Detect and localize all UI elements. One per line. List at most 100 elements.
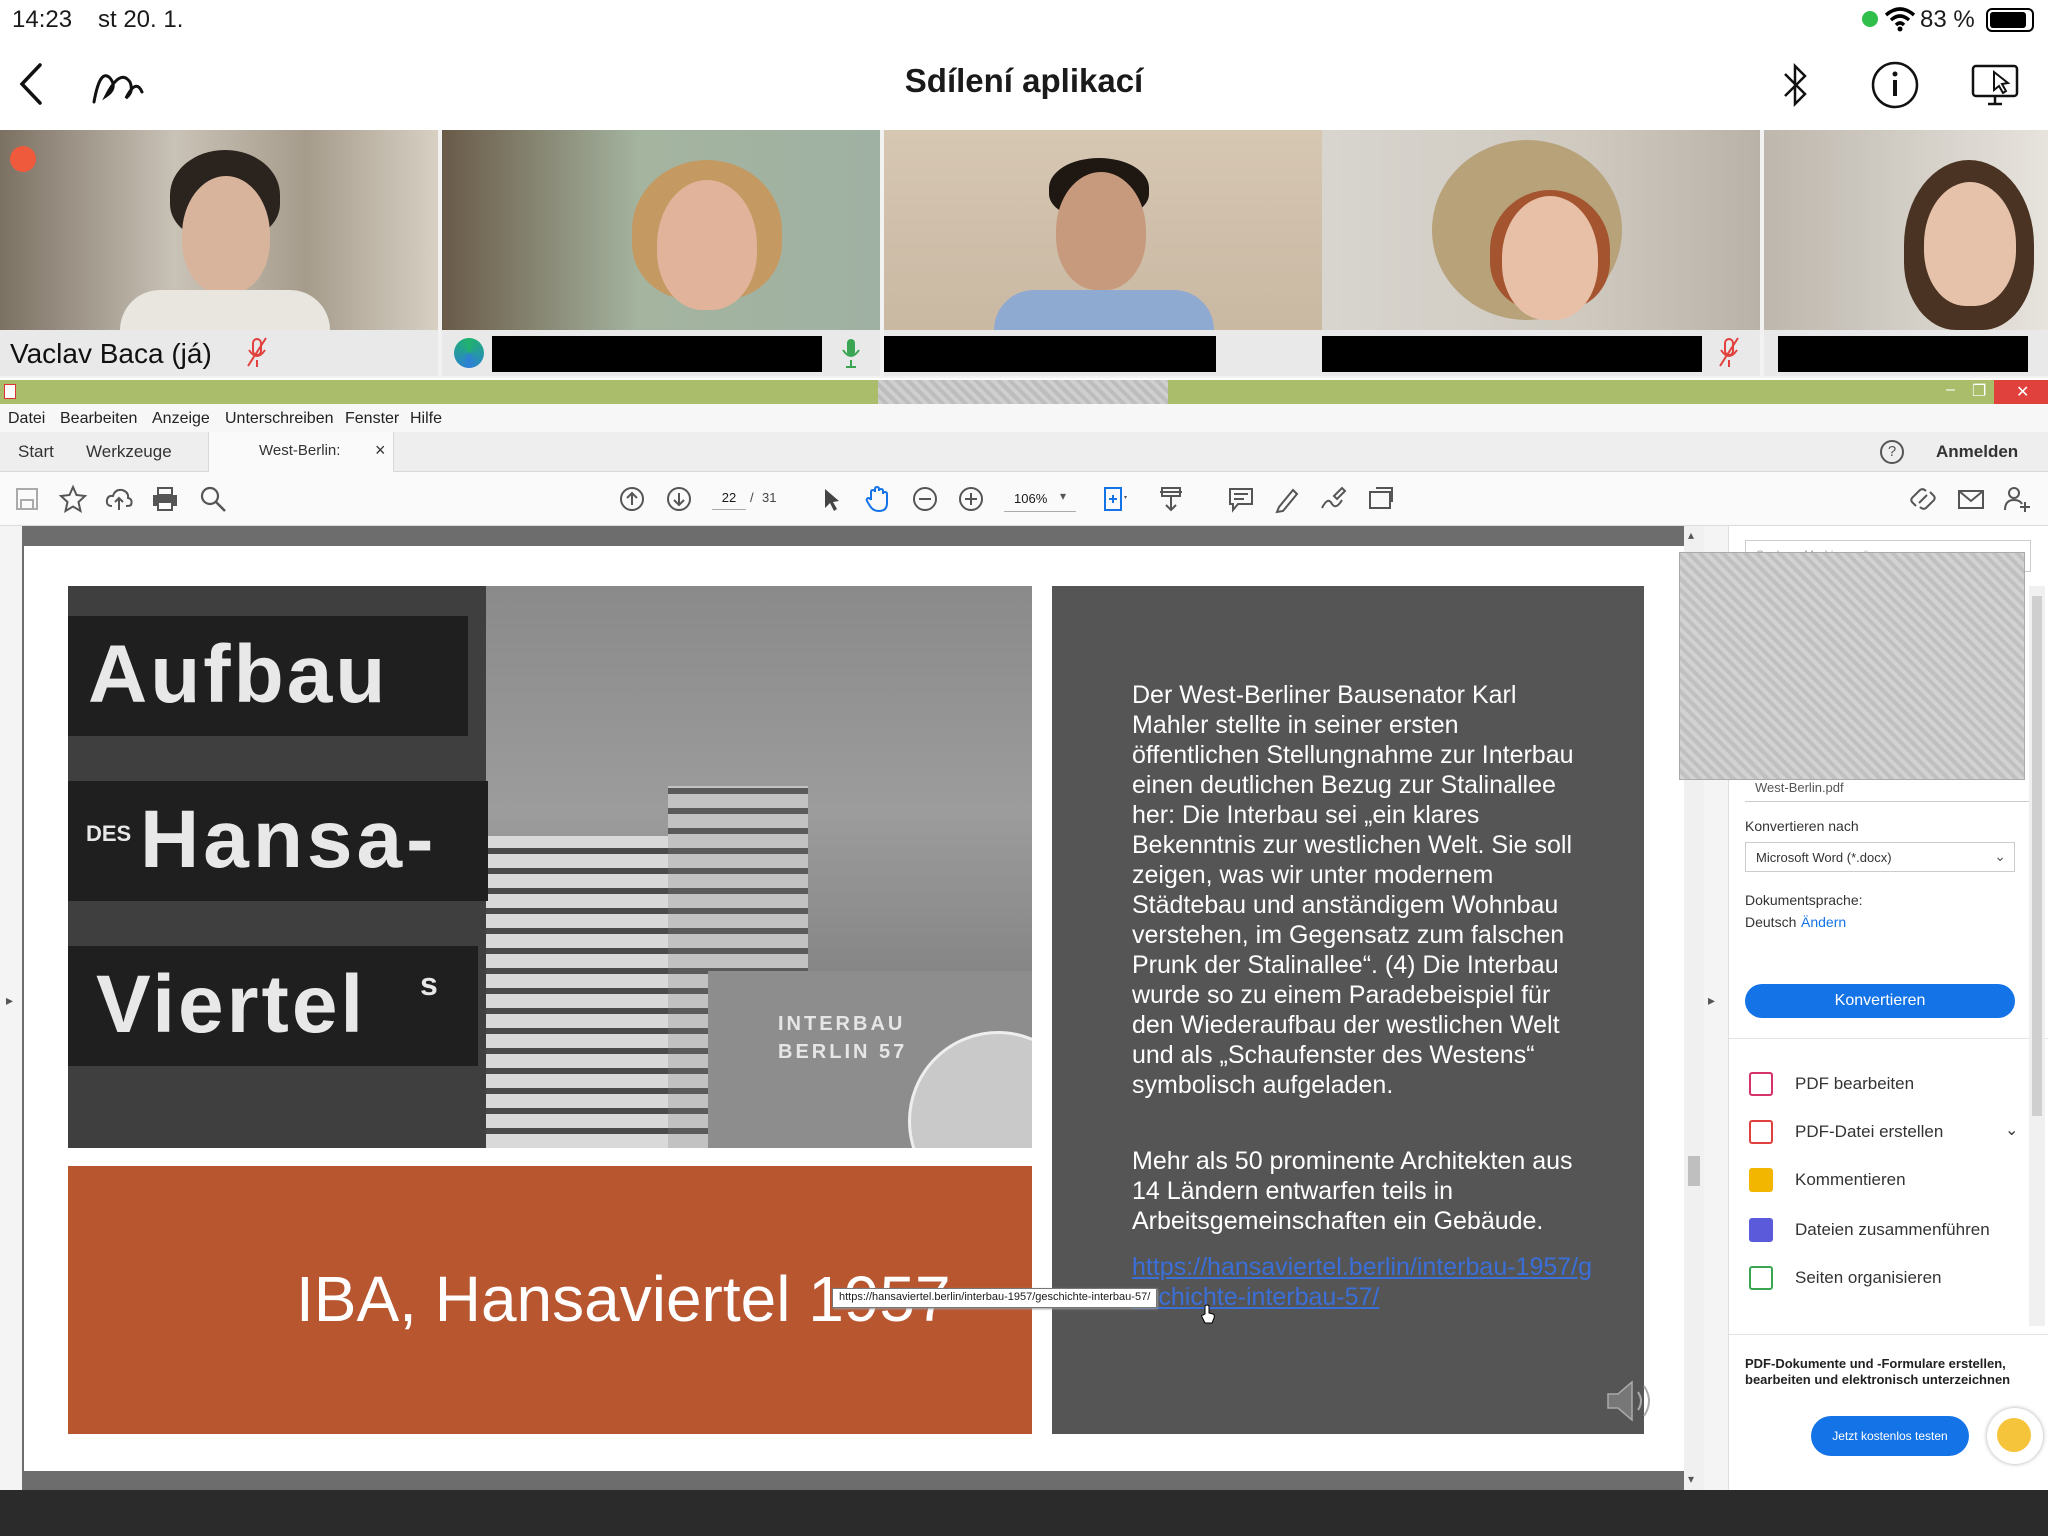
tool-edit-pdf[interactable]: PDF bearbeiten bbox=[1749, 1066, 2029, 1102]
redacted-title bbox=[878, 380, 1168, 404]
free-trial-button[interactable]: Jetzt kostenlos testen bbox=[1811, 1416, 1969, 1456]
close-button[interactable]: ✕ bbox=[1994, 380, 2048, 404]
participant-tile[interactable]: Vaclav Baca (já) bbox=[0, 130, 438, 376]
mail-icon[interactable] bbox=[1956, 484, 1986, 514]
toolbar: 22 / 31 106% ▾ bbox=[0, 472, 2048, 526]
participant-tile[interactable] bbox=[1764, 130, 2048, 376]
signin-link[interactable]: Anmelden bbox=[1936, 442, 2018, 462]
right-panel-toggle-icon[interactable]: ▸ bbox=[1708, 992, 1715, 1009]
print-icon[interactable] bbox=[150, 484, 180, 514]
convert-button[interactable]: Konvertieren bbox=[1745, 984, 2015, 1018]
menu-fenster[interactable]: Fenster bbox=[345, 410, 399, 428]
street-sign: Aufbau bbox=[68, 616, 468, 736]
participant-video bbox=[1322, 130, 1760, 330]
promo-text: PDF-Dokumente und -Formulare erstellen, … bbox=[1745, 1356, 2011, 1387]
stamp-tool-icon[interactable] bbox=[1366, 484, 1396, 514]
board-text: BERLIN 57 bbox=[778, 1041, 908, 1063]
menu-bar: Datei Bearbeiten Anzeige Unterschreiben … bbox=[0, 404, 2048, 432]
restore-button[interactable]: ❐ bbox=[1972, 381, 1986, 401]
menu-anzeige[interactable]: Anzeige bbox=[152, 410, 210, 428]
comment-icon[interactable] bbox=[1226, 484, 1256, 514]
participant-tile[interactable] bbox=[1322, 130, 1760, 376]
add-person-icon[interactable] bbox=[2002, 484, 2032, 514]
doc-language-value: Deutsch bbox=[1745, 914, 1797, 930]
redacted-name bbox=[1322, 336, 1702, 372]
pdf-page: INTERBAU BERLIN 57 Aufbau DES Hansa- Vie… bbox=[24, 546, 1684, 1471]
participant-tile[interactable] bbox=[442, 130, 880, 376]
redacted-name bbox=[492, 336, 822, 372]
convert-to-label: Konvertieren nach bbox=[1745, 818, 1859, 834]
highlight-pen-icon[interactable] bbox=[1272, 484, 1302, 514]
scroll-down-icon[interactable]: ▾ bbox=[1688, 1472, 1694, 1486]
tab-bar: Start Werkzeuge West-Berlin: × ? Anmelde… bbox=[0, 432, 2048, 472]
chevron-down-icon[interactable]: ⌄ bbox=[2005, 1120, 2018, 1140]
zoom-out-icon[interactable] bbox=[910, 484, 940, 514]
zoom-select[interactable]: 106% ▾ bbox=[1004, 486, 1076, 512]
tool-create-pdf[interactable]: PDF-Datei erstellen ⌄ bbox=[1749, 1114, 2029, 1150]
status-time: 14:23 bbox=[12, 6, 73, 33]
left-panel-toggle-icon[interactable]: ▸ bbox=[6, 992, 13, 1009]
page-down-icon[interactable] bbox=[664, 484, 694, 514]
fit-page-icon[interactable] bbox=[1100, 484, 1130, 514]
page-title: Sdílení aplikací bbox=[904, 62, 1144, 99]
select-pointer-icon[interactable] bbox=[815, 484, 845, 514]
green-dot-icon bbox=[1862, 11, 1878, 27]
menu-hilfe[interactable]: Hilfe bbox=[410, 410, 442, 428]
cloud-upload-icon[interactable] bbox=[104, 484, 134, 514]
board-text: INTERBAU bbox=[778, 1013, 906, 1035]
bluetooth-icon[interactable] bbox=[1780, 62, 1810, 108]
sign-text: Aufbau bbox=[88, 629, 389, 720]
share-link-icon[interactable] bbox=[1908, 484, 1938, 514]
screen-share-icon[interactable] bbox=[1970, 60, 2020, 110]
convert-format-select[interactable]: Microsoft Word (*.docx) ⌄ bbox=[1745, 842, 2015, 872]
tools-scrollbar-thumb[interactable] bbox=[2032, 596, 2042, 1116]
page-number-input[interactable]: 22 bbox=[712, 486, 746, 510]
tab-start[interactable]: Start bbox=[18, 442, 54, 462]
sign-text: Viertel bbox=[96, 959, 367, 1050]
sign-icon[interactable] bbox=[1318, 484, 1348, 514]
info-icon[interactable] bbox=[1870, 60, 1920, 110]
help-icon[interactable]: ? bbox=[1880, 440, 1904, 464]
slide-paragraph: Der West-Berliner Bausenator Karl Mahler… bbox=[1132, 681, 1574, 1099]
tab-document[interactable]: West-Berlin: × bbox=[208, 432, 394, 472]
edit-pdf-icon bbox=[1749, 1072, 1773, 1096]
slide-paragraph: Mehr als 50 prominente Architekten aus 1… bbox=[1132, 1147, 1573, 1235]
tool-comment[interactable]: Kommentieren bbox=[1749, 1162, 2029, 1198]
tab-close-icon[interactable]: × bbox=[375, 440, 386, 461]
convert-format-value: Microsoft Word (*.docx) bbox=[1756, 850, 1892, 865]
tool-combine-files[interactable]: Dateien zusammenführen bbox=[1749, 1212, 2029, 1248]
tab-werkzeuge[interactable]: Werkzeuge bbox=[86, 442, 172, 462]
mic-muted-icon bbox=[1719, 337, 1739, 367]
menu-datei[interactable]: Datei bbox=[8, 410, 45, 428]
tool-label: PDF bearbeiten bbox=[1795, 1074, 1915, 1093]
participant-video bbox=[442, 130, 880, 330]
tool-label: Kommentieren bbox=[1795, 1170, 1906, 1189]
save-icon[interactable] bbox=[12, 484, 42, 514]
participant-name-bar: Vaclav Baca (já) bbox=[0, 330, 438, 376]
tool-label: Seiten organisieren bbox=[1795, 1268, 1942, 1287]
speaker-icon[interactable] bbox=[1604, 1376, 1660, 1426]
scroll-mode-icon[interactable] bbox=[1156, 484, 1186, 514]
menu-bearbeiten[interactable]: Bearbeiten bbox=[60, 410, 137, 428]
participant-tile[interactable] bbox=[884, 130, 1322, 376]
interbau-board: INTERBAU BERLIN 57 bbox=[708, 971, 1032, 1148]
close-icon: ✕ bbox=[2016, 384, 2030, 401]
change-language-link[interactable]: Ändern bbox=[1801, 914, 1846, 930]
feedback-button[interactable] bbox=[1987, 1408, 2043, 1464]
mic-muted-icon bbox=[247, 337, 267, 367]
scrollbar-thumb[interactable] bbox=[1688, 1156, 1700, 1186]
star-icon[interactable] bbox=[58, 484, 88, 514]
app-header: Sdílení aplikací bbox=[0, 40, 2048, 130]
zoom-in-icon[interactable] bbox=[956, 484, 986, 514]
tools-scrollbar[interactable] bbox=[2029, 586, 2045, 1326]
tool-organize-pages[interactable]: Seiten organisieren bbox=[1749, 1260, 2029, 1296]
zoom-search-icon[interactable] bbox=[198, 484, 228, 514]
scroll-up-icon[interactable]: ▴ bbox=[1688, 528, 1694, 542]
menu-unterschreiben[interactable]: Unterschreiben bbox=[225, 410, 334, 428]
tool-label: PDF-Datei erstellen bbox=[1795, 1122, 1944, 1141]
hand-tool-icon[interactable] bbox=[862, 484, 892, 514]
participant-name: Vaclav Baca (já) bbox=[10, 338, 212, 369]
page-up-icon[interactable] bbox=[617, 484, 647, 514]
minimize-button[interactable]: – bbox=[1946, 381, 1955, 399]
slide-link[interactable]: https://hansaviertel.berlin/interbau-195… bbox=[1132, 1252, 1592, 1312]
